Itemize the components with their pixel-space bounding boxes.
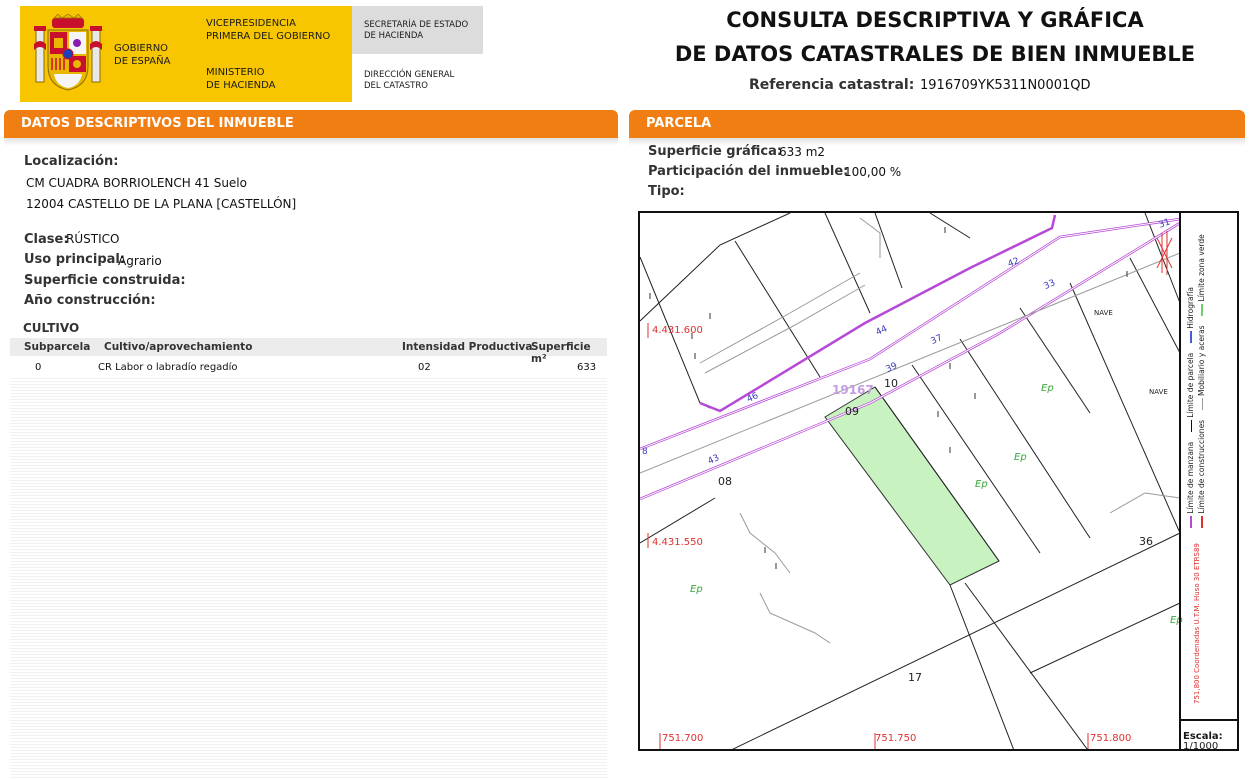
cell-superficie: 633 [577,362,597,373]
localizacion-label: Localización: [24,154,119,169]
construction-lines [699,217,1181,644]
parcel-number-09: 09 [845,405,859,418]
descriptive-panel-shadow [4,138,618,146]
participacion-label: Participación del inmueble: [648,164,849,179]
street-number-8: 8 [642,447,648,457]
cell-intensidad: 02 [418,362,431,373]
superficie-construida-label: Superficie construida: [24,273,186,288]
address-line2: 12004 CASTELLO DE LA PLANA [CASTELLÓN] [26,197,297,211]
cultivo-title: CULTIVO [23,321,80,335]
ep-label: Ep [1014,452,1027,463]
scale-separator [1179,719,1239,721]
ep-label: Ep [975,479,988,490]
legend-limite-construcciones: Límite de construcciones [1197,419,1206,514]
secretaria-text: SECRETARÍA DE ESTADO DE HACIENDA [364,20,469,41]
col-subparcela: Subparcela [24,341,91,353]
ref-value: 1916709YK5311N0001QD [920,78,1091,93]
legend-mobiliario: Mobiliario y aceras [1197,325,1206,396]
gobierno-text: GOBIERNO DE ESPAÑA [114,43,171,67]
utm-x-3: 751.800 [1090,733,1132,744]
superficie-grafica-label: Superficie gráfica: [648,144,783,159]
ref-label: Referencia catastral: [749,77,915,93]
parcela-panel-title: PARCELA [646,116,712,131]
coat-of-arms-icon [34,14,102,91]
page-title-line1: CONSULTA DESCRIPTIVA Y GRÁFICA [726,8,1144,32]
legend-coords-note: 751,800 Coordenadas U.T.M. Huso 30 ETRS8… [1193,543,1201,704]
cultivo-table-header: Subparcela Cultivo/aprovechamiento Inten… [10,338,607,365]
parcel-number-17: 17 [908,671,922,684]
utm-y-top: 4.431.600 [652,325,703,336]
descriptive-panel-header: DATOS DESCRIPTIVOS DEL INMUEBLE [4,110,618,138]
hydrography-icon [1156,231,1173,275]
clase-value: RÚSTICO [66,232,120,246]
uso-label: Uso principal: [24,252,126,267]
uso-value: Agrario [118,254,162,268]
tick-marks [649,227,1128,569]
anio-construccion-label: Año construcción: [24,293,156,308]
legend-separator [1179,211,1181,751]
col-cultivo: Cultivo/aprovechamiento [104,341,253,353]
tipo-label: Tipo: [648,184,685,199]
participacion-value: 100,00 % [844,165,902,179]
legend-hidrografia: Hidrografía [1186,287,1195,329]
cultivo-table-body [10,376,607,778]
utm-x-1: 751.700 [662,733,704,744]
utm-y-bottom: 4.431.550 [652,537,703,548]
col-intensidad: Intensidad Productiva [402,341,533,353]
parcel-number-36: 36 [1139,535,1153,548]
ep-label: Ep [690,584,703,595]
nave-label-1: NAVE [1094,309,1113,317]
parcel-number-10: 10 [884,377,898,390]
highlight-label: 19167 [832,383,874,397]
direccion-text: DIRECCIÓN GENERAL DEL CATASTRO [364,70,455,91]
parcela-panel-header: PARCELA [629,110,1245,138]
superficie-grafica-value: 633 m2 [779,145,826,159]
scale-value: 1/1000 [1183,741,1219,752]
page-title-line2: DE DATOS CATASTRALES DE BIEN INMUEBLE [674,42,1196,66]
legend-column-1: Límite de manzana Límite de parcela Hidr… [1186,287,1195,528]
descriptive-panel-title: DATOS DESCRIPTIVOS DEL INMUEBLE [21,116,294,131]
cadastral-map[interactable]: 4.431.600 4.431.550 751.700 751.750 751.… [638,211,1239,751]
cell-subparcela: 0 [35,362,42,373]
ep-label: Ep [1041,383,1054,394]
nave-label-2: NAVE [1149,388,1168,396]
ministerio-text: MINISTERIO DE HACIENDA [206,67,276,91]
legend-column-2: Límite de construcciones Mobiliario y ac… [1197,234,1206,528]
utm-x-2: 751.750 [875,733,917,744]
clase-label: Clase: [24,232,69,247]
vicepresidencia-text: VICEPRESIDENCIA PRIMERA DEL GOBIERNO [206,18,331,42]
address-line1: CM CUADRA BORRIOLENCH 41 Suelo [26,176,247,190]
cell-cultivo: CR Labor o labradío regadío [98,362,238,373]
parcel-number-08: 08 [718,475,732,488]
legend-limite-parcela: Límite de parcela [1186,352,1195,418]
legend-zona-verde: Límite zona verde [1197,234,1206,302]
legend-limite-manzana: Límite de manzana [1186,441,1195,514]
